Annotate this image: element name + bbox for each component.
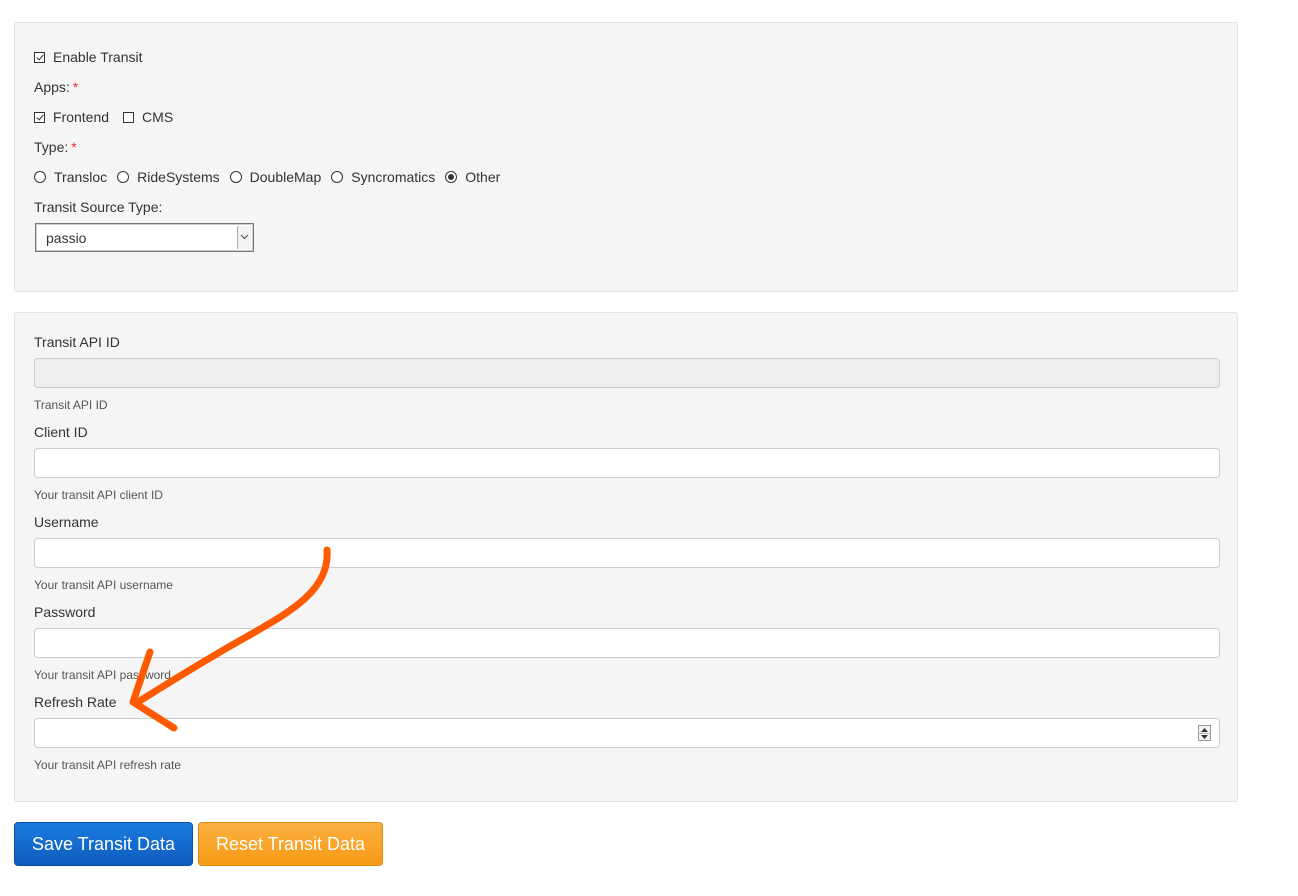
type-option-other[interactable]: Other <box>445 169 500 185</box>
save-transit-data-button[interactable]: Save Transit Data <box>14 822 193 866</box>
type-option-transloc[interactable]: Transloc <box>34 169 107 185</box>
client-id-help: Your transit API client ID <box>34 488 163 502</box>
client-id-label: Client ID <box>34 424 88 440</box>
api-id-help: Transit API ID <box>34 398 108 412</box>
cms-checkbox[interactable] <box>123 111 135 123</box>
chevron-down-icon[interactable] <box>237 226 251 249</box>
doublemap-radio[interactable] <box>229 171 242 183</box>
username-field[interactable] <box>34 538 1220 568</box>
required-mark: * <box>72 79 79 95</box>
password-help: Your transit API password <box>34 668 171 682</box>
transloc-label: Transloc <box>54 169 108 185</box>
username-help: Your transit API username <box>34 578 173 592</box>
apps-heading: Apps: * <box>34 78 78 96</box>
source-type-heading: Transit Source Type: <box>34 198 162 216</box>
frontend-checkbox[interactable] <box>34 111 45 123</box>
app-option-frontend[interactable]: Frontend <box>34 109 109 125</box>
ridesystems-radio[interactable] <box>117 171 130 183</box>
type-option-ridesystems[interactable]: RideSystems <box>117 169 220 185</box>
refresh-rate-field[interactable] <box>34 718 1220 748</box>
other-label: Other <box>465 169 501 185</box>
refresh-rate-help: Your transit API refresh rate <box>34 758 181 772</box>
transloc-radio[interactable] <box>34 171 46 183</box>
password-label: Password <box>34 604 96 620</box>
client-id-field[interactable] <box>34 448 1220 478</box>
apps-label: Apps: <box>34 79 70 95</box>
username-label: Username <box>34 514 99 530</box>
app-option-cms[interactable]: CMS <box>123 109 173 125</box>
syncromatics-label: Syncromatics <box>351 169 436 185</box>
cms-label: CMS <box>142 109 174 125</box>
type-heading: Type: * <box>34 138 77 156</box>
source-type-select[interactable]: passio <box>35 223 254 252</box>
enable-transit-checkbox[interactable] <box>34 51 45 63</box>
doublemap-label: DoubleMap <box>249 169 322 185</box>
transit-settings-panel: Enable Transit Apps: * Frontend CMS Type… <box>14 22 1238 292</box>
refresh-rate-label: Refresh Rate <box>34 694 117 710</box>
reset-transit-data-button[interactable]: Reset Transit Data <box>198 822 383 866</box>
type-option-syncromatics[interactable]: Syncromatics <box>331 169 435 185</box>
frontend-label: Frontend <box>53 109 110 125</box>
syncromatics-radio[interactable] <box>331 171 344 183</box>
type-label: Type: <box>34 139 69 155</box>
api-id-label: Transit API ID <box>34 334 120 350</box>
spinner-down-icon[interactable] <box>1199 733 1210 740</box>
required-mark: * <box>71 139 77 155</box>
type-option-doublemap[interactable]: DoubleMap <box>229 169 322 185</box>
apps-options: Frontend CMS <box>34 108 187 126</box>
other-radio[interactable] <box>445 171 458 183</box>
ridesystems-label: RideSystems <box>137 169 220 185</box>
enable-transit-label: Enable Transit <box>53 49 143 65</box>
password-field[interactable] <box>34 628 1220 658</box>
number-spinner[interactable] <box>1198 725 1211 741</box>
api-id-field <box>34 358 1220 388</box>
enable-transit-row[interactable]: Enable Transit <box>34 48 143 66</box>
type-options: Transloc RideSystems DoubleMap Syncromat… <box>34 168 514 186</box>
source-type-value: passio <box>46 230 87 246</box>
source-type-label: Transit Source Type: <box>34 199 163 215</box>
transit-api-panel: Transit API ID Transit API ID Client ID … <box>14 312 1238 802</box>
